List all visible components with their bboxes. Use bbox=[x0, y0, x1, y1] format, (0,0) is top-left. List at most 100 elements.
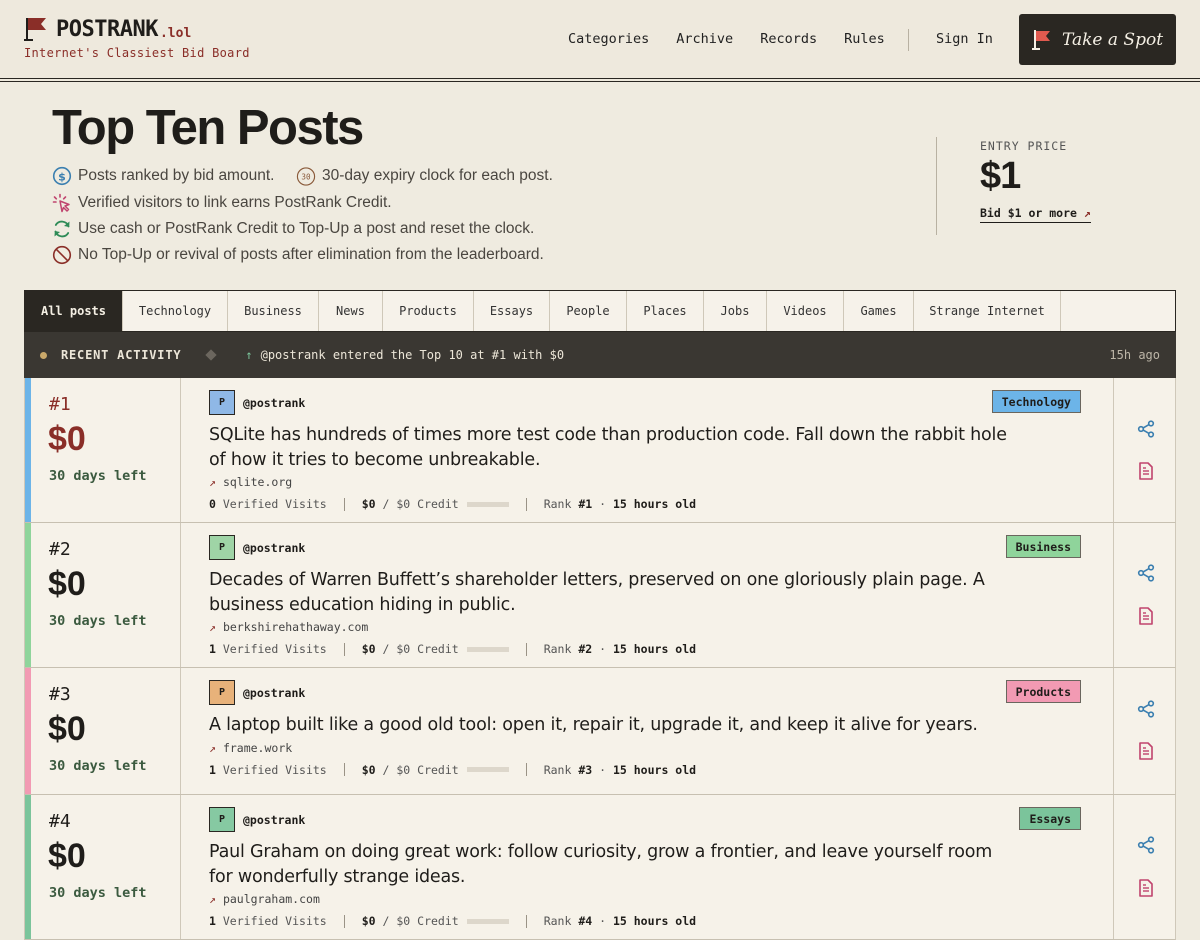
credit-value: / $0 Credit bbox=[382, 642, 459, 656]
nav-categories[interactable]: Categories bbox=[568, 31, 649, 47]
post-domain[interactable]: ↗ frame.work bbox=[209, 741, 1085, 755]
author-handle[interactable]: @postrank bbox=[243, 541, 305, 555]
post-meta: 0 Verified Visits $0 / $0 Credit Rank #1… bbox=[209, 497, 697, 511]
logo[interactable]: POSTRANK .lol Internet's Classiest Bid B… bbox=[24, 16, 250, 60]
post-row: #3 $0 30 days left P @postrank Products … bbox=[24, 668, 1176, 795]
tab-essays[interactable]: Essays bbox=[474, 291, 550, 331]
nav-archive[interactable]: Archive bbox=[676, 31, 733, 47]
post-row: #4 $0 30 days left P @postrank Essays Pa… bbox=[24, 795, 1176, 940]
author-handle[interactable]: @postrank bbox=[243, 686, 305, 700]
tab-business[interactable]: Business bbox=[228, 291, 319, 331]
category-badge[interactable]: Essays bbox=[1019, 807, 1081, 830]
click-sparkle-icon bbox=[52, 193, 72, 213]
tab-videos[interactable]: Videos bbox=[767, 291, 844, 331]
tab-news[interactable]: News bbox=[319, 291, 383, 331]
post-body: P @postrank Technology SQLite has hundre… bbox=[209, 390, 1085, 511]
category-badge[interactable]: Products bbox=[1005, 680, 1081, 703]
category-badge[interactable]: Business bbox=[1005, 535, 1081, 558]
credit-progress-bar bbox=[466, 646, 509, 652]
tab-people[interactable]: People bbox=[550, 291, 627, 331]
credit-progress-bar bbox=[466, 767, 509, 772]
bid-value: $0 bbox=[361, 914, 376, 928]
share-icon[interactable] bbox=[1137, 564, 1155, 582]
rank-number: #1 bbox=[49, 394, 71, 415]
document-icon[interactable] bbox=[1138, 607, 1154, 625]
refresh-icon bbox=[52, 219, 72, 239]
author[interactable]: P @postrank bbox=[209, 390, 1085, 415]
arrow-up-right-icon: ↗ bbox=[209, 620, 216, 634]
post-title[interactable]: Paul Graham on doing great work: follow … bbox=[209, 840, 1009, 889]
bid-value: $0 bbox=[361, 642, 376, 656]
post-domain[interactable]: ↗ paulgraham.com bbox=[209, 892, 1085, 906]
avatar: P bbox=[209, 535, 235, 560]
arrow-up-right-icon: ↗ bbox=[209, 892, 216, 906]
share-icon[interactable] bbox=[1137, 836, 1155, 854]
visits-count: 1 bbox=[209, 642, 216, 656]
arrow-up-right-icon: ↗ bbox=[209, 740, 216, 755]
sign-in-link[interactable]: Sign In bbox=[936, 31, 993, 47]
no-entry-icon bbox=[52, 245, 72, 265]
author[interactable]: P @postrank bbox=[209, 807, 1085, 832]
category-badge[interactable]: Technology bbox=[991, 390, 1081, 413]
svg-text:30: 30 bbox=[301, 172, 311, 181]
tab-products[interactable]: Products bbox=[383, 291, 474, 331]
entry-price-panel: ENTRY PRICE $1 Bid $1 or more ↗ bbox=[936, 137, 1091, 235]
days-left: 30 days left bbox=[49, 758, 147, 774]
rank-label: Rank bbox=[543, 642, 572, 656]
document-icon[interactable] bbox=[1138, 462, 1154, 480]
tab-jobs[interactable]: Jobs bbox=[704, 291, 767, 331]
post-title[interactable]: SQLite has hundreds of times more test c… bbox=[209, 423, 1009, 472]
entry-price-label: ENTRY PRICE bbox=[980, 139, 1068, 153]
clock-30-icon: 30 bbox=[296, 166, 316, 186]
author-handle[interactable]: @postrank bbox=[243, 396, 305, 410]
rank-column: #4 $0 30 days left bbox=[25, 795, 181, 939]
share-icon[interactable] bbox=[1137, 700, 1155, 718]
author-handle[interactable]: @postrank bbox=[243, 813, 305, 827]
tab-places[interactable]: Places bbox=[627, 291, 704, 331]
rank-label: Rank bbox=[543, 914, 572, 928]
live-dot-icon bbox=[40, 351, 47, 359]
visits-count: 1 bbox=[209, 762, 216, 777]
activity-label: RECENT ACTIVITY bbox=[61, 348, 182, 362]
document-icon[interactable] bbox=[1138, 742, 1154, 760]
bid-value: $0 bbox=[361, 762, 376, 777]
bid-link[interactable]: Bid $1 or more ↗ bbox=[980, 206, 1091, 223]
post-domain[interactable]: ↗ sqlite.org bbox=[209, 475, 1085, 489]
arrow-up-icon: ↑ bbox=[245, 348, 253, 362]
nav-rules[interactable]: Rules bbox=[844, 31, 885, 47]
tab-all-posts[interactable]: All posts bbox=[25, 291, 123, 331]
activity-message[interactable]: @postrank entered the Top 10 at #1 with … bbox=[261, 348, 564, 362]
avatar: P bbox=[209, 680, 235, 705]
take-a-spot-button[interactable]: Take a Spot bbox=[1019, 14, 1176, 65]
credit-value: / $0 Credit bbox=[382, 762, 459, 777]
visits-count: 1 bbox=[209, 914, 216, 928]
rank-value: #4 bbox=[578, 914, 593, 928]
post-title[interactable]: A laptop built like a good old tool: ope… bbox=[209, 713, 1009, 738]
arrow-up-right-icon: ↗ bbox=[1083, 206, 1091, 220]
post-age: 15 hours old bbox=[612, 914, 697, 928]
activity-time: 15h ago bbox=[1109, 348, 1160, 362]
visits-count: 0 bbox=[209, 497, 216, 511]
post-title[interactable]: Decades of Warren Buffett’s shareholder … bbox=[209, 568, 1009, 617]
tab-technology[interactable]: Technology bbox=[123, 291, 228, 331]
rank-column: #2 $0 30 days left bbox=[25, 523, 181, 667]
days-left: 30 days left bbox=[49, 885, 147, 901]
bid-amount: $0 bbox=[48, 837, 86, 875]
feature-text: Posts ranked by bid amount. bbox=[78, 167, 275, 184]
document-icon[interactable] bbox=[1138, 879, 1154, 897]
feature-credit: Verified visitors to link earns PostRank… bbox=[52, 193, 392, 213]
bid-amount: $0 bbox=[48, 710, 86, 748]
recent-activity-bar: RECENT ACTIVITY ↑ @postrank entered the … bbox=[24, 332, 1176, 378]
avatar: P bbox=[209, 807, 235, 832]
feature-expiry: 30 30-day expiry clock for each post. bbox=[296, 166, 553, 186]
share-icon[interactable] bbox=[1137, 420, 1155, 438]
rank-value: #3 bbox=[578, 762, 593, 777]
tab-strange-internet[interactable]: Strange Internet bbox=[914, 291, 1061, 331]
credit-value: / $0 Credit bbox=[382, 914, 459, 928]
tab-games[interactable]: Games bbox=[844, 291, 914, 331]
author[interactable]: P @postrank bbox=[209, 680, 1085, 705]
flag-icon bbox=[1031, 29, 1050, 50]
nav-records[interactable]: Records bbox=[760, 31, 817, 47]
post-domain[interactable]: ↗ berkshirehathaway.com bbox=[209, 620, 1085, 634]
author[interactable]: P @postrank bbox=[209, 535, 1085, 560]
